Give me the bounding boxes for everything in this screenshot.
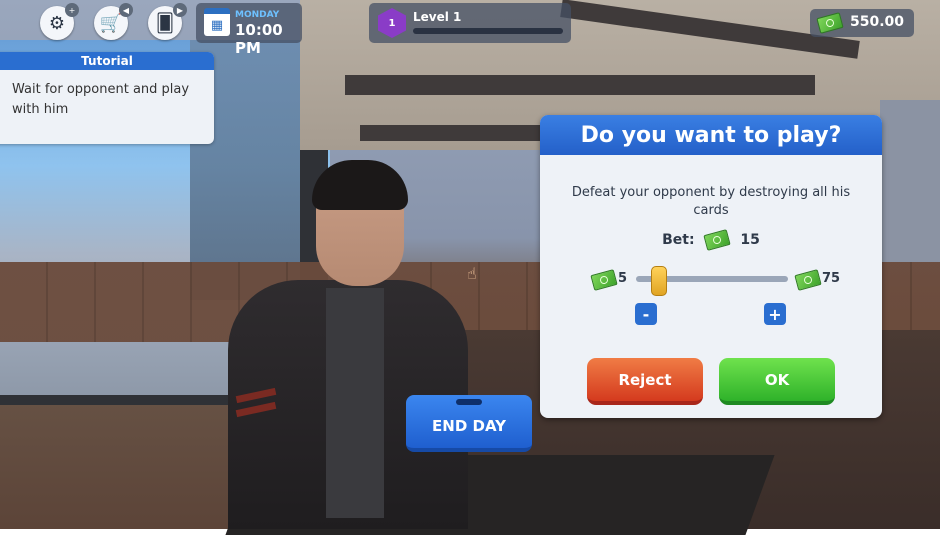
hand-cursor-icon: ☝ xyxy=(467,264,477,283)
tutorial-panel: Tutorial Wait for opponent and play with… xyxy=(0,52,214,144)
wall xyxy=(880,100,940,270)
shop-cart-icon[interactable]: 🛒 ◀ xyxy=(94,3,133,40)
cash-icon xyxy=(590,269,618,291)
reject-button[interactable]: Reject xyxy=(587,358,703,405)
dialog-title: Do you want to play? xyxy=(540,115,882,155)
bet-label: Bet: xyxy=(662,232,695,248)
sound-badge-icon: ◀ xyxy=(119,3,133,17)
plus-badge-icon: + xyxy=(65,3,79,17)
day-label: MONDAY xyxy=(235,10,280,20)
bet-max-label: 75 xyxy=(822,271,841,286)
cash-icon xyxy=(816,12,844,34)
level-badge-icon: 1 xyxy=(378,8,406,38)
level-label: Level 1 xyxy=(413,10,462,24)
ceiling-beam xyxy=(345,75,815,95)
ceiling-beam xyxy=(360,125,540,141)
tutorial-text: Wait for opponent and play with him xyxy=(12,82,190,117)
plus-icon: + xyxy=(768,304,782,324)
reject-label: Reject xyxy=(618,370,672,389)
money-panel: 550.00 xyxy=(810,9,914,37)
level-progress-bar xyxy=(413,28,563,34)
bet-row: Bet: 15 xyxy=(540,229,882,251)
time-label: 10:00 PM xyxy=(235,21,283,57)
date-time-panel: ▦ MONDAY 10:00 PM xyxy=(196,3,302,57)
character-shirt xyxy=(326,288,384,518)
minus-icon: - xyxy=(642,304,650,324)
bet-slider-thumb[interactable] xyxy=(650,266,667,296)
decrease-bet-button[interactable]: - xyxy=(635,303,657,325)
cards-icon[interactable]: 🂠 ▶ xyxy=(148,3,187,40)
bet-slider[interactable] xyxy=(636,266,788,296)
cash-icon xyxy=(703,229,732,251)
play-badge-icon: ▶ xyxy=(173,3,187,17)
opponent-character xyxy=(218,160,478,529)
character-hair xyxy=(312,160,408,210)
button-notch xyxy=(456,399,482,405)
settings-icon[interactable]: ⚙ + xyxy=(40,3,79,40)
ok-label: OK xyxy=(764,370,790,389)
ok-button[interactable]: OK xyxy=(719,358,835,405)
bet-min-label: 5 xyxy=(618,271,628,286)
cash-icon xyxy=(794,269,822,291)
dialog-message: Defeat your opponent by destroying all h… xyxy=(571,185,851,218)
level-panel: 1 Level 1 xyxy=(369,3,571,43)
end-day-label: END DAY xyxy=(432,416,506,435)
increase-bet-button[interactable]: + xyxy=(764,303,786,325)
end-day-button[interactable]: END DAY xyxy=(406,395,532,452)
bet-value: 15 xyxy=(740,232,760,248)
calendar-icon: ▦ xyxy=(204,8,230,36)
tutorial-title: Tutorial xyxy=(0,52,214,70)
money-amount: 550.00 xyxy=(850,14,905,30)
bet-slider-row: 5 75 xyxy=(540,265,882,296)
play-dialog: Do you want to play? Defeat your opponen… xyxy=(540,115,882,418)
